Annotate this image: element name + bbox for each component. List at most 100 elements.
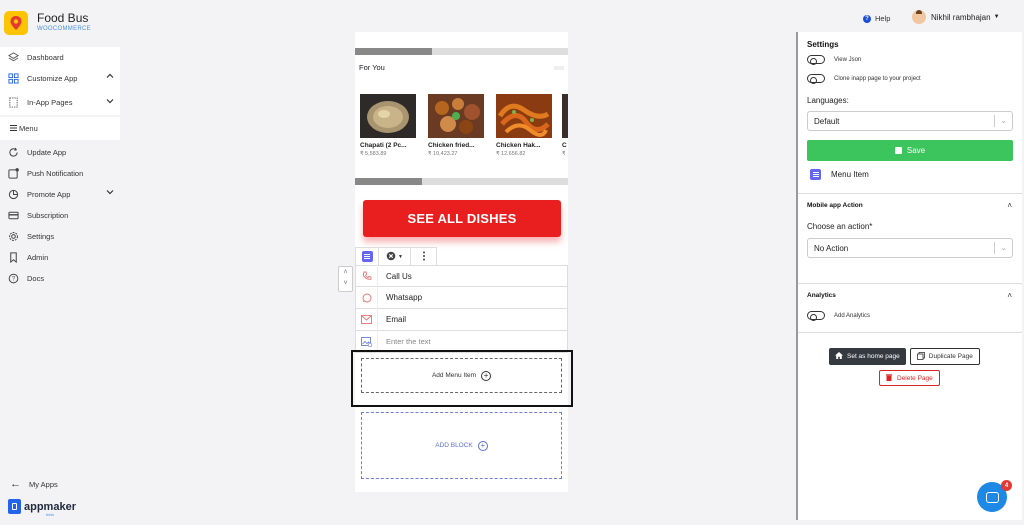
move-block-control[interactable]: ˄ ˅	[338, 266, 353, 292]
product-image	[562, 94, 568, 138]
chevron-up-icon	[106, 72, 114, 82]
help-link[interactable]: ? Help	[863, 14, 890, 23]
divider	[798, 283, 1022, 284]
sidebar-item-label: Settings	[27, 232, 55, 241]
product-card[interactable]: C ₹	[562, 94, 568, 174]
block-options-button[interactable]	[411, 247, 436, 266]
block-type-label: Menu Item	[831, 170, 869, 179]
save-icon	[894, 147, 902, 154]
chevron-down-icon: ⌄	[994, 242, 1012, 254]
carousel-scroll-thumb[interactable]	[355, 178, 422, 185]
menu-item-email[interactable]: Email	[355, 308, 568, 331]
sidebar-item-label: Dashboard	[27, 53, 64, 62]
product-image	[428, 94, 484, 138]
toggle-label: View Json	[834, 56, 862, 63]
action-select[interactable]: No Action ⌄	[807, 238, 1013, 258]
whatsapp-icon	[356, 286, 378, 309]
sidebar-item-settings[interactable]: Settings	[0, 226, 120, 247]
chevron-down-icon	[106, 188, 114, 198]
gear-icon	[6, 230, 20, 244]
card-icon	[6, 209, 20, 223]
settings-title: Settings	[807, 40, 839, 49]
page-actions: Set as home page Duplicate Page	[829, 348, 980, 365]
add-analytics-toggle-row[interactable]: Add Analytics	[807, 311, 870, 321]
clone-page-toggle[interactable]	[807, 74, 825, 84]
settings-panel: Settings View Json Clone inapp page to y…	[796, 32, 1022, 520]
my-apps-label: My Apps	[29, 479, 58, 489]
trash-icon	[886, 373, 892, 383]
section-more	[554, 66, 564, 70]
grid-icon	[6, 72, 20, 86]
delete-page-button[interactable]: Delete Page	[879, 370, 940, 386]
set-home-page-label: Set as home page	[847, 353, 900, 360]
caret-down-icon: ▼	[993, 14, 1000, 20]
pie-icon	[6, 188, 20, 202]
menu-item-call-us[interactable]: Call Us	[355, 265, 568, 287]
sidebar-item-label: Promote App	[27, 190, 71, 199]
product-name: Chicken fried...	[428, 142, 475, 149]
add-menu-item-label: Add Menu Item	[431, 372, 477, 379]
product-price: ₹ 5,583.89	[360, 151, 387, 157]
toggle-label: Clone inapp page to your project	[834, 75, 921, 82]
user-name: Nikhil rambhajan	[931, 12, 991, 22]
language-select[interactable]: Default ⌄	[807, 111, 1013, 131]
product-card[interactable]: Chicken fried... ₹ 10,423.27	[426, 94, 486, 174]
notification-icon	[6, 167, 20, 181]
chevron-down-icon[interactable]: ˅	[339, 278, 352, 289]
sidebar-item-customize-app[interactable]: Customize App	[0, 68, 120, 89]
sidebar-item-in-app-pages[interactable]: In-App Pages	[0, 89, 120, 115]
menu-item-label: Email	[386, 315, 407, 324]
carousel-scroll-thumb-top[interactable]	[355, 48, 432, 55]
hamburger-icon	[10, 124, 17, 133]
save-button[interactable]: Save	[807, 140, 1013, 161]
sidebar-item-menu[interactable]: Menu	[0, 117, 120, 140]
sidebar-item-dashboard[interactable]: Dashboard	[0, 47, 120, 68]
chevron-up-icon[interactable]: ˄	[1007, 201, 1012, 210]
product-card[interactable]: Chapati (2 Pc... ₹ 5,583.89	[358, 94, 418, 174]
my-apps-link[interactable]: ← My Apps	[10, 478, 58, 490]
add-menu-item-button[interactable]: Add Menu Item +	[361, 358, 562, 393]
block-type-button[interactable]	[356, 247, 379, 266]
chevron-up-icon[interactable]: ˄	[1007, 291, 1012, 300]
view-json-toggle-row[interactable]: View Json	[807, 55, 862, 65]
sidebar-item-update-app[interactable]: Update App	[0, 142, 120, 163]
sidebar-item-subscription[interactable]: Subscription	[0, 205, 120, 226]
layers-icon	[6, 51, 20, 65]
block-style-button[interactable]: ▼	[379, 247, 411, 266]
menu-item-text-input[interactable]: Enter the text	[386, 337, 431, 346]
appmaker-icon	[8, 499, 21, 514]
duplicate-page-button[interactable]: Duplicate Page	[909, 348, 980, 365]
see-all-dishes-banner[interactable]: SEE ALL DISHES	[363, 200, 561, 237]
chat-unread-badge: 4	[1001, 480, 1012, 491]
add-analytics-toggle[interactable]	[807, 311, 825, 321]
menu-block-icon	[361, 251, 373, 262]
avatar	[912, 10, 926, 24]
product-name: Chicken Hak...	[496, 142, 541, 149]
user-menu[interactable]: Nikhil rambhajan ▼	[912, 10, 1000, 24]
chevron-up-icon[interactable]: ˄	[339, 267, 352, 278]
sidebar-item-label: Customize App	[27, 74, 78, 83]
add-block-button[interactable]: ADD BLOCK +	[361, 412, 562, 479]
product-card[interactable]: Chicken Hak... ₹ 12,656.82	[494, 94, 554, 174]
add-block-label: ADD BLOCK	[435, 442, 473, 449]
delete-page-label: Delete Page	[897, 374, 933, 382]
copy-icon	[916, 351, 925, 362]
action-value: No Action	[814, 243, 849, 253]
refresh-icon	[6, 146, 20, 160]
set-home-page-button[interactable]: Set as home page	[829, 348, 906, 365]
mobile-action-title: Mobile app Action	[807, 202, 863, 209]
sidebar-item-docs[interactable]: ? Docs	[0, 268, 120, 289]
duplicate-page-label: Duplicate Page	[928, 353, 973, 360]
product-name: C	[562, 142, 567, 149]
clone-page-toggle-row[interactable]: Clone inapp page to your project	[807, 74, 921, 84]
brand[interactable]: Food Bus WOOCOMMERCE	[4, 11, 91, 35]
menu-item-whatsapp[interactable]: Whatsapp	[355, 286, 568, 309]
sidebar-item-push-notification[interactable]: Push Notification	[0, 163, 120, 184]
sidebar-item-admin[interactable]: Admin	[0, 247, 120, 268]
page-icon	[6, 95, 20, 109]
product-price: ₹ 10,423.27	[428, 151, 458, 157]
language-value: Default	[814, 116, 840, 126]
sidebar-item-promote-app[interactable]: Promote App	[0, 184, 120, 205]
view-json-toggle[interactable]	[807, 55, 825, 65]
product-image	[496, 94, 552, 138]
